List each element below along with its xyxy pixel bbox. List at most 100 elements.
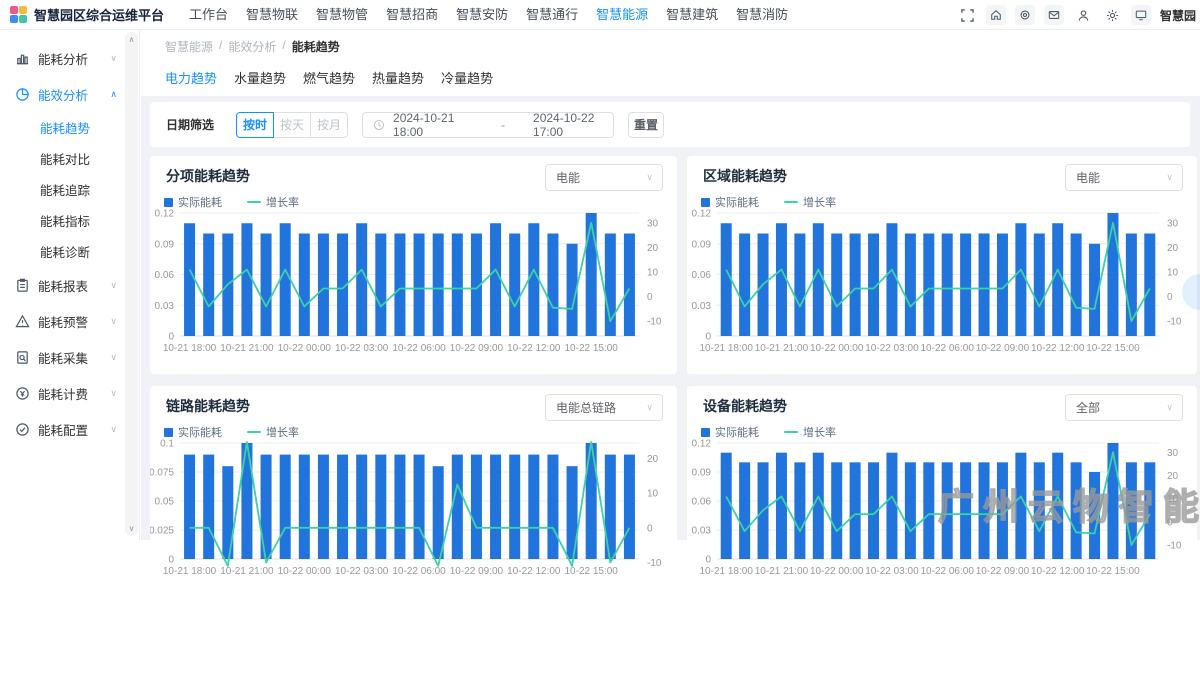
sidebar-subitem-2[interactable]: 能耗追踪: [0, 174, 139, 205]
svg-text:30: 30: [1167, 218, 1179, 229]
badge-icon[interactable]: [1015, 5, 1035, 25]
date-separator: -: [501, 118, 505, 132]
nav-item-8[interactable]: 智慧消防: [727, 0, 797, 30]
legend-line-swatch: [784, 431, 798, 434]
sidebar-item-0[interactable]: 能耗分析∨: [0, 40, 139, 76]
user-name[interactable]: 智慧园: [1160, 7, 1200, 24]
svg-text:10: 10: [1167, 494, 1179, 505]
date-end[interactable]: 2024-10-22 17:00: [533, 111, 613, 139]
svg-text:10-22 15:00: 10-22 15:00: [564, 566, 618, 577]
sidebar-subitem-1[interactable]: 能耗对比: [0, 143, 139, 174]
svg-text:10-21 18:00: 10-21 18:00: [163, 566, 217, 577]
svg-text:10-21 18:00: 10-21 18:00: [163, 343, 217, 354]
chevron-down-icon: ∨: [110, 316, 117, 327]
breadcrumb-item-0[interactable]: 智慧能源: [165, 38, 213, 55]
sidebar-item-3[interactable]: 能耗预警∨: [0, 303, 139, 339]
svg-text:10-21 21:00: 10-21 21:00: [220, 566, 274, 577]
sidebar-subitem-3[interactable]: 能耗指标: [0, 205, 139, 236]
svg-text:0: 0: [168, 555, 174, 566]
billing-icon: [14, 385, 30, 401]
chart-filter-dropdown[interactable]: 全部∨: [1065, 394, 1183, 421]
svg-text:0.075: 0.075: [150, 468, 174, 479]
nav-item-2[interactable]: 智慧物管: [307, 0, 377, 30]
granularity-button-0[interactable]: 按时: [236, 112, 274, 138]
svg-text:0.09: 0.09: [692, 239, 712, 250]
sidebar-subitem-0[interactable]: 能耗趋势: [0, 112, 139, 143]
monitor-icon[interactable]: [1131, 5, 1151, 25]
tab-1[interactable]: 水量趋势: [234, 66, 286, 92]
mail-icon[interactable]: [1044, 5, 1064, 25]
chevron-down-icon: ∨: [110, 424, 117, 435]
sidebar-item-label: 能耗报表: [38, 276, 110, 295]
svg-text:10-22 03:00: 10-22 03:00: [865, 566, 919, 577]
settings-icon[interactable]: [1102, 5, 1122, 25]
svg-text:20: 20: [1167, 471, 1179, 482]
fullscreen-icon[interactable]: [957, 5, 977, 25]
app-title: 智慧园区综合运维平台: [34, 5, 164, 24]
sidebar-item-6[interactable]: 能耗配置∨: [0, 411, 139, 447]
sidebar-subitem-4[interactable]: 能耗诊断: [0, 236, 139, 267]
nav-item-5[interactable]: 智慧通行: [517, 0, 587, 30]
svg-text:10-22 09:00: 10-22 09:00: [450, 343, 504, 354]
granularity-button-1[interactable]: 按天: [273, 112, 311, 138]
nav-item-6[interactable]: 智慧能源: [587, 0, 657, 30]
date-start[interactable]: 2024-10-21 18:00: [393, 111, 473, 139]
sidebar-item-5[interactable]: 能耗计费∨: [0, 375, 139, 411]
scroll-down-icon[interactable]: ∨: [125, 524, 138, 533]
svg-text:0: 0: [168, 332, 174, 343]
svg-text:10-22 09:00: 10-22 09:00: [450, 566, 504, 577]
tab-3[interactable]: 热量趋势: [372, 66, 424, 92]
svg-text:10-22 00:00: 10-22 00:00: [810, 343, 864, 354]
svg-text:0.03: 0.03: [692, 526, 712, 537]
sidebar-item-label: 能耗预警: [38, 312, 110, 331]
nav-item-4[interactable]: 智慧安防: [447, 0, 517, 30]
nav-item-3[interactable]: 智慧招商: [377, 0, 447, 30]
top-navbar: 智慧园区综合运维平台 工作台智慧物联智慧物管智慧招商智慧安防智慧通行智慧能源智慧…: [0, 0, 1200, 30]
reset-button[interactable]: 重置: [628, 112, 664, 138]
sidebar-item-2[interactable]: 能耗报表∨: [0, 267, 139, 303]
chart-filter-dropdown[interactable]: 电能∨: [545, 164, 663, 191]
dropdown-value: 电能: [1076, 169, 1166, 186]
svg-text:0.12: 0.12: [155, 209, 175, 220]
sidebar-item-4[interactable]: 能耗采集∨: [0, 339, 139, 375]
sidebar-item-1[interactable]: 能效分析∧: [0, 76, 139, 112]
granularity-button-2[interactable]: 按月: [310, 112, 348, 138]
svg-text:10-22 06:00: 10-22 06:00: [921, 566, 975, 577]
svg-text:20: 20: [647, 243, 659, 254]
sidebar-scrollbar[interactable]: ∧ ∨: [125, 32, 138, 536]
collect-icon: [14, 349, 30, 365]
chart-filter-dropdown[interactable]: 电能总链路∨: [545, 394, 663, 421]
nav-item-1[interactable]: 智慧物联: [237, 0, 307, 30]
home-icon[interactable]: [986, 5, 1006, 25]
svg-text:30: 30: [647, 218, 659, 229]
date-range-picker[interactable]: 2024-10-21 18:00 - 2024-10-22 17:00: [362, 112, 614, 138]
svg-text:0: 0: [1167, 517, 1173, 528]
tab-0[interactable]: 电力趋势: [165, 66, 217, 92]
chart-title: 区域能耗趋势: [703, 166, 787, 186]
svg-text:10: 10: [647, 268, 659, 279]
breadcrumb: 智慧能源/能效分析/能耗趋势: [165, 38, 340, 55]
legend-bar-swatch: [701, 428, 710, 437]
svg-text:10-22 12:00: 10-22 12:00: [1031, 566, 1085, 577]
svg-text:-10: -10: [647, 558, 662, 569]
chevron-down-icon: ∨: [110, 280, 117, 291]
svg-text:0: 0: [647, 523, 653, 534]
user-icon[interactable]: [1073, 5, 1093, 25]
svg-text:10-22 12:00: 10-22 12:00: [507, 343, 561, 354]
chart-title: 链路能耗趋势: [166, 396, 250, 416]
scroll-up-icon[interactable]: ∧: [125, 35, 138, 44]
nav-item-7[interactable]: 智慧建筑: [657, 0, 727, 30]
breadcrumb-item-1[interactable]: 能效分析: [228, 38, 276, 55]
svg-text:0.06: 0.06: [692, 497, 712, 508]
svg-text:10-22 06:00: 10-22 06:00: [921, 343, 975, 354]
breadcrumb-item-2: 能耗趋势: [292, 38, 340, 55]
sidebar-item-label: 能耗配置: [38, 420, 110, 439]
svg-text:10-22 00:00: 10-22 00:00: [810, 566, 864, 577]
svg-text:0.025: 0.025: [150, 526, 174, 537]
sidebar-item-label: 能耗采集: [38, 348, 110, 367]
dropdown-value: 电能总链路: [556, 399, 646, 416]
tab-4[interactable]: 冷量趋势: [441, 66, 493, 92]
chart-filter-dropdown[interactable]: 电能∨: [1065, 164, 1183, 191]
nav-item-0[interactable]: 工作台: [180, 0, 237, 30]
tab-2[interactable]: 燃气趋势: [303, 66, 355, 92]
